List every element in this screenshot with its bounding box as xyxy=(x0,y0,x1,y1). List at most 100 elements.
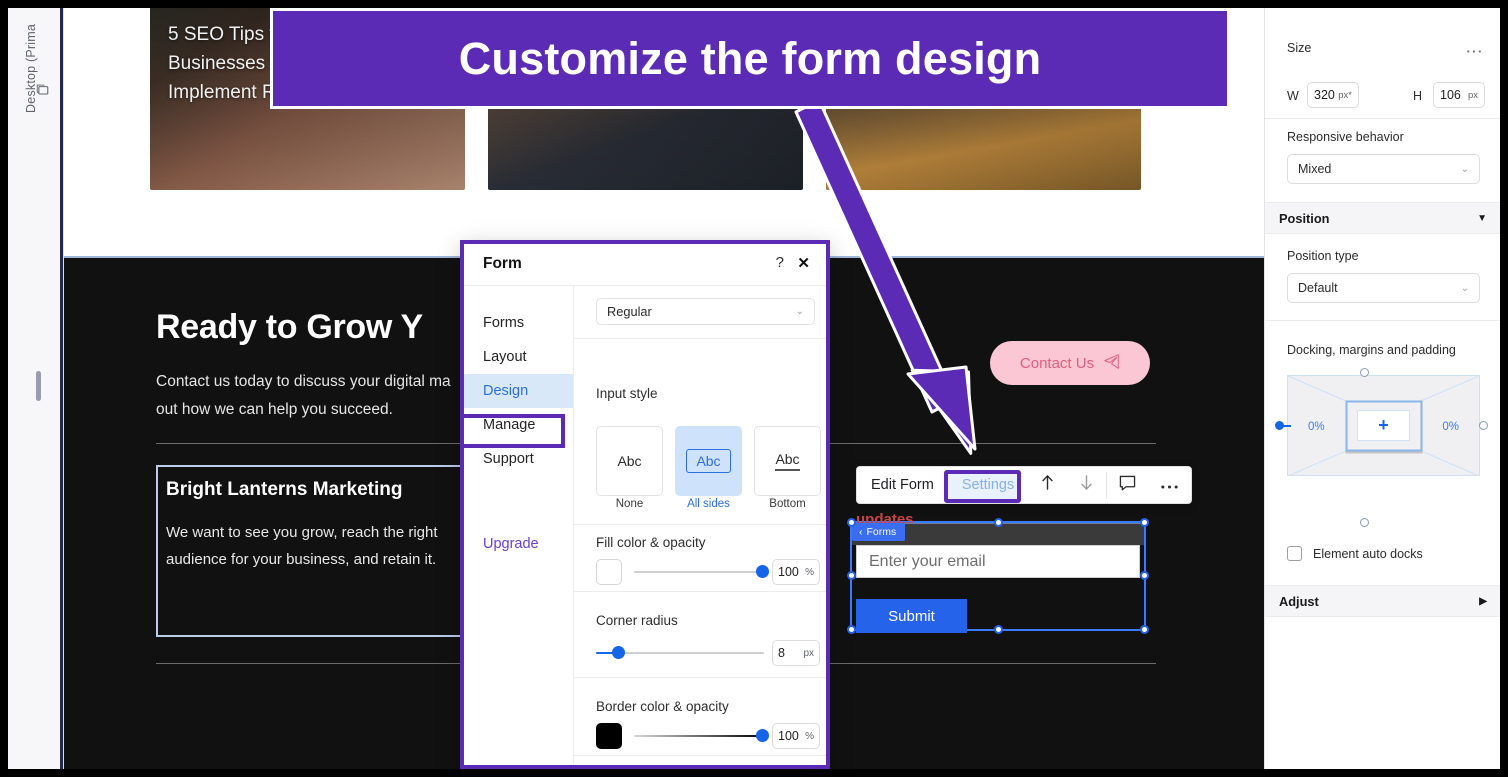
divider xyxy=(1265,118,1500,119)
dock-right-percent: 0% xyxy=(1442,421,1459,433)
dialog-body: Forms Layout Design Manage Support Upgra… xyxy=(464,286,826,765)
canvas-left-border xyxy=(60,8,63,769)
corner-radius-field[interactable]: 8 px xyxy=(772,640,820,666)
fill-slider-track[interactable] xyxy=(634,571,764,573)
info-box-title: Bright Lanterns Marketing xyxy=(166,479,403,500)
fill-opacity-field[interactable]: 100 % xyxy=(772,559,820,585)
dock-right-dot[interactable] xyxy=(1479,421,1488,430)
form-overflow-text: updates xyxy=(856,511,914,523)
caption-bottom: Bottom xyxy=(769,498,806,510)
nav-item-support[interactable]: Support xyxy=(464,442,573,476)
width-value: 320 xyxy=(1314,88,1335,102)
dialog-nav: Forms Layout Design Manage Support Upgra… xyxy=(464,286,574,765)
fill-slider-knob[interactable] xyxy=(756,565,769,578)
divider xyxy=(574,338,826,339)
input-style-all-sides[interactable]: Abc xyxy=(675,426,742,496)
resize-handle-bc[interactable] xyxy=(994,625,1003,634)
resize-handle-tc[interactable] xyxy=(994,518,1003,527)
arrow-down-icon[interactable] xyxy=(1067,474,1106,496)
more-horizontal-icon[interactable] xyxy=(1148,475,1191,495)
submit-button[interactable]: Submit xyxy=(856,599,967,633)
size-more-icon[interactable] xyxy=(1466,41,1482,59)
input-style-none[interactable]: Abc xyxy=(596,426,663,496)
dialog-title: Form xyxy=(483,255,522,272)
divider xyxy=(574,591,826,592)
triangle-down-icon: ▼ xyxy=(1477,212,1487,224)
banner-text: Customize the form design xyxy=(458,32,1042,84)
selected-form-element[interactable]: updates ‹ Forms Enter your email Submit xyxy=(847,511,1149,634)
fill-color-swatch[interactable] xyxy=(596,559,622,585)
divider xyxy=(574,524,826,525)
element-toolbar: Edit Form Settings xyxy=(856,466,1193,504)
responsive-value: Mixed xyxy=(1298,162,1332,176)
border-slider-track[interactable] xyxy=(634,735,764,737)
annotation-banner: Customize the form design xyxy=(270,8,1230,109)
adjust-section-header[interactable]: Adjust ▶ xyxy=(1265,585,1500,617)
font-weight-select[interactable]: Regular ⌄ xyxy=(596,298,815,325)
arrow-up-icon[interactable] xyxy=(1028,474,1067,496)
auto-dock-label: Element auto docks xyxy=(1313,547,1423,561)
border-opacity-field[interactable]: 100 % xyxy=(772,723,820,749)
resize-handle-br[interactable] xyxy=(1140,625,1149,634)
edit-form-button[interactable]: Edit Form xyxy=(857,466,948,504)
caption-none: None xyxy=(615,498,644,510)
border-color-label: Border color & opacity xyxy=(596,699,729,714)
adjust-section-label: Adjust xyxy=(1279,593,1319,609)
docking-inner-box[interactable]: + xyxy=(1345,400,1422,451)
position-type-label: Position type xyxy=(1287,249,1359,263)
style-sample: Abc xyxy=(686,449,731,473)
radius-slider-knob[interactable] xyxy=(612,646,625,659)
width-unit: px* xyxy=(1338,89,1352,101)
width-field[interactable]: 320 px* xyxy=(1307,82,1359,108)
element-type-label: Forms xyxy=(866,526,897,538)
upgrade-link[interactable]: Upgrade xyxy=(483,536,539,552)
question-mark-icon[interactable]: ? xyxy=(776,254,784,271)
screenshot-root: Desktop (Prima 5 SEO Tips f Businesses Y… xyxy=(0,0,1508,777)
height-value: 106 xyxy=(1440,88,1461,102)
resize-handle-bl[interactable] xyxy=(847,625,856,634)
position-type-select[interactable]: Default ⌄ xyxy=(1287,273,1480,303)
nav-item-design[interactable]: Design xyxy=(464,374,573,408)
nav-item-forms[interactable]: Forms xyxy=(464,306,573,340)
docking-widget[interactable]: + 0% 0% xyxy=(1287,375,1480,476)
style-sample: Abc xyxy=(775,451,800,471)
form-settings-dialog: Form ? ✕ Forms Layout Design Manage Supp… xyxy=(460,240,830,769)
height-field[interactable]: 106 px xyxy=(1433,82,1485,108)
resize-handle-tr[interactable] xyxy=(1140,518,1149,527)
input-style-bottom[interactable]: Abc xyxy=(754,426,821,496)
chevron-down-icon: ⌄ xyxy=(1460,282,1469,294)
resize-handle-ml[interactable] xyxy=(847,571,856,580)
border-color-swatch[interactable] xyxy=(596,723,622,749)
responsive-select[interactable]: Mixed ⌄ xyxy=(1287,154,1480,184)
responsive-label: Responsive behavior xyxy=(1287,130,1404,144)
submit-label: Submit xyxy=(888,607,935,625)
nav-item-manage[interactable]: Manage xyxy=(464,408,573,442)
right-properties-panel: Size W 320 px* H 106 px Responsive behav… xyxy=(1264,8,1500,769)
email-placeholder: Enter your email xyxy=(869,552,986,570)
contact-us-button[interactable]: Contact Us xyxy=(990,341,1150,385)
editor-page: Desktop (Prima 5 SEO Tips f Businesses Y… xyxy=(8,8,1500,769)
plus-icon[interactable]: + xyxy=(1357,410,1410,441)
resize-handle-tl[interactable] xyxy=(847,518,856,527)
dock-top-dot[interactable] xyxy=(1360,368,1369,377)
position-section-header[interactable]: Position ▼ xyxy=(1265,202,1500,234)
contact-us-label: Contact Us xyxy=(1019,354,1095,372)
dock-bottom-dot[interactable] xyxy=(1360,518,1369,527)
border-slider-knob[interactable] xyxy=(756,729,769,742)
divider xyxy=(574,755,826,756)
docking-label: Docking, margins and padding xyxy=(1287,343,1456,357)
border-opacity-unit: % xyxy=(805,730,814,742)
nav-item-layout[interactable]: Layout xyxy=(464,340,573,374)
height-unit: px xyxy=(1467,89,1478,101)
element-type-tag[interactable]: ‹ Forms xyxy=(852,523,906,541)
email-input[interactable]: Enter your email xyxy=(856,545,1140,578)
panel-drag-handle[interactable] xyxy=(36,371,41,401)
resize-handle-mr[interactable] xyxy=(1140,571,1149,580)
comment-icon[interactable] xyxy=(1107,475,1148,496)
settings-button[interactable]: Settings xyxy=(948,466,1028,504)
divider xyxy=(1265,320,1500,321)
corner-radius-value: 8 xyxy=(778,646,785,660)
position-type-value: Default xyxy=(1298,281,1338,295)
auto-dock-checkbox[interactable] xyxy=(1287,546,1302,561)
close-icon[interactable]: ✕ xyxy=(797,254,810,272)
